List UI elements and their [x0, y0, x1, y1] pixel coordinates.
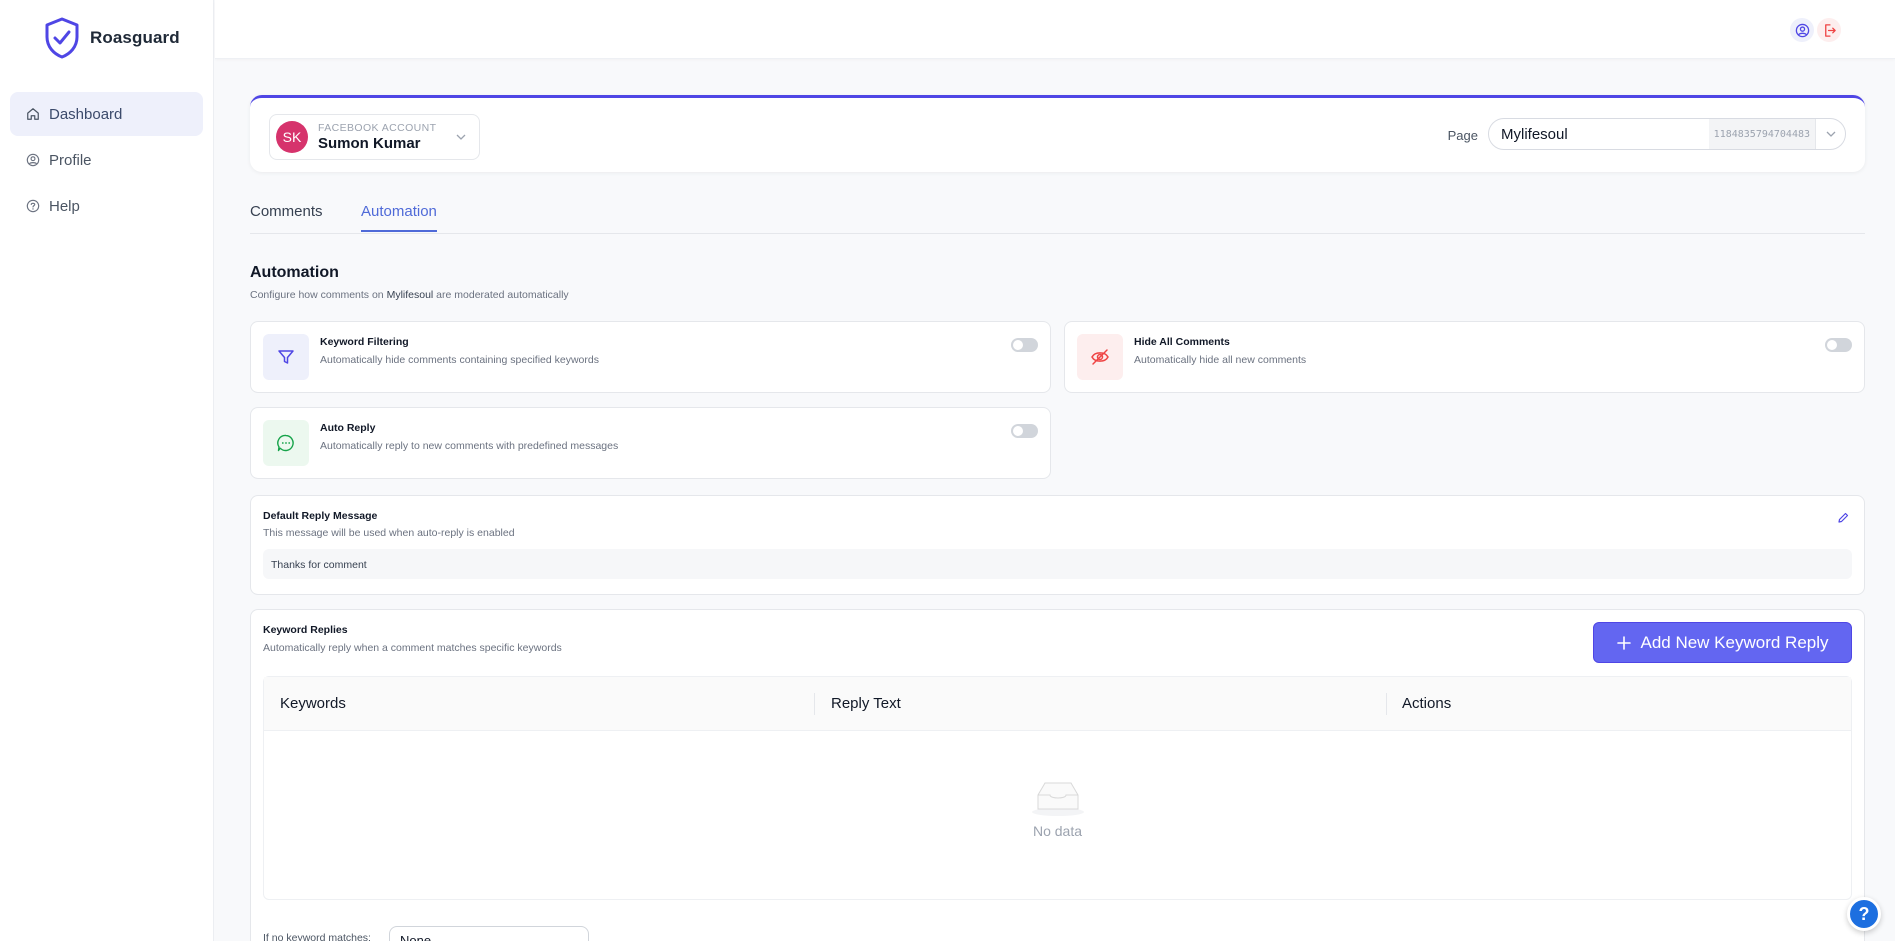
logout-button[interactable]	[1817, 18, 1841, 42]
message-icon	[277, 434, 294, 452]
keyword-replies-card: Keyword Replies Automatically reply when…	[250, 609, 1865, 941]
shield-check-logo-icon	[45, 17, 79, 59]
home-icon	[27, 108, 39, 120]
question-mark-icon: ?	[1858, 903, 1870, 924]
avatar: SK	[276, 121, 308, 153]
keyword-filtering-icon-box	[263, 334, 309, 380]
card-title: Auto Reply	[320, 422, 376, 434]
sidebar-item-label: Dashboard	[49, 105, 123, 123]
sidebar-item-label: Help	[49, 197, 80, 215]
brand-name: Roasguard	[90, 28, 180, 47]
default-reply-description: This message will be used when auto-repl…	[263, 527, 515, 539]
user-account-button[interactable]	[1790, 18, 1814, 42]
subtitle-page-name: Mylifesoul	[386, 289, 434, 301]
tabs: Comments Automation	[250, 198, 1865, 234]
sidebar-item-profile[interactable]: Profile	[10, 138, 203, 182]
section-subtitle: Configure how comments on Mylifesoul are…	[250, 289, 569, 301]
keyword-replies-description: Automatically reply when a comment match…	[263, 642, 562, 654]
add-keyword-reply-button[interactable]: Add New Keyword Reply	[1593, 622, 1852, 663]
edit-icon[interactable]	[1837, 511, 1850, 524]
page-name: Mylifesoul	[1501, 125, 1568, 143]
hide-all-comments-toggle[interactable]	[1825, 338, 1852, 352]
page-chevron	[1815, 119, 1845, 149]
chevron-down-icon	[456, 134, 466, 140]
auto-reply-card: Auto Reply Automatically reply to new co…	[250, 407, 1051, 479]
chevron-down-icon	[1826, 131, 1835, 137]
subtitle-prefix: Configure how comments on	[250, 289, 387, 301]
card-title: Keyword Filtering	[320, 336, 409, 348]
filter-icon	[278, 350, 294, 364]
user-circle-icon	[26, 153, 40, 167]
card-description: Automatically hide all new comments	[1134, 354, 1307, 366]
keyword-replies-table: Keywords Reply Text Actions No data	[263, 676, 1852, 900]
sidebar-nav: Dashboard Profile Help	[0, 92, 213, 228]
main-content: SK FACEBOOK ACCOUNT Sumon Kumar Page Myl…	[250, 95, 1865, 941]
account-name: Sumon Kumar	[318, 135, 421, 152]
logout-icon	[1824, 23, 1836, 37]
sidebar-item-help[interactable]: Help	[10, 184, 203, 228]
page-id: 1184835794704483	[1708, 119, 1815, 149]
empty-state: No data	[264, 777, 1851, 839]
table-header: Keywords Reply Text Actions	[264, 677, 1851, 731]
tab-automation[interactable]: Automation	[361, 203, 437, 232]
subtitle-suffix: are moderated automatically	[433, 289, 569, 301]
sidebar-item-dashboard[interactable]: Dashboard	[10, 92, 203, 136]
tab-comments[interactable]: Comments	[250, 203, 323, 230]
help-chat-button[interactable]: ?	[1847, 897, 1881, 931]
facebook-account-select[interactable]: SK FACEBOOK ACCOUNT Sumon Kumar	[269, 114, 480, 160]
plus-icon	[1617, 635, 1632, 650]
eye-off-icon	[1091, 349, 1109, 365]
hide-all-comments-card: Hide All Comments Automatically hide all…	[1064, 321, 1865, 393]
help-circle-icon	[26, 199, 40, 213]
column-header-actions: Actions	[1402, 695, 1452, 712]
default-reply-message: Thanks for comment	[263, 549, 1852, 579]
user-circle-icon	[1795, 23, 1809, 37]
fallback-select[interactable]: None	[389, 926, 589, 941]
card-title: Hide All Comments	[1134, 336, 1230, 348]
keyword-replies-title: Keyword Replies	[263, 624, 348, 636]
hide-all-icon-box	[1077, 334, 1123, 380]
sidebar-item-label: Profile	[49, 151, 92, 169]
auto-reply-icon-box	[263, 420, 309, 466]
account-label: FACEBOOK ACCOUNT	[318, 122, 437, 134]
page-select[interactable]: Mylifesoul 1184835794704483	[1488, 118, 1846, 150]
column-header-keywords: Keywords	[280, 695, 346, 712]
default-reply-title: Default Reply Message	[263, 510, 378, 522]
default-reply-card: Default Reply Message This message will …	[250, 495, 1865, 595]
column-divider	[814, 693, 815, 715]
inbox-empty-icon	[1031, 782, 1084, 816]
account-card: SK FACEBOOK ACCOUNT Sumon Kumar Page Myl…	[250, 95, 1865, 172]
card-description: Automatically hide comments containing s…	[320, 354, 599, 366]
section-title: Automation	[250, 264, 339, 281]
auto-reply-toggle[interactable]	[1011, 424, 1038, 438]
page-label: Page	[1447, 128, 1478, 143]
empty-text: No data	[1032, 823, 1083, 839]
card-description: Automatically reply to new comments with…	[320, 440, 619, 452]
column-header-reply-text: Reply Text	[831, 695, 901, 712]
fallback-label: If no keyword matches:	[263, 932, 371, 941]
column-divider	[1386, 693, 1387, 715]
keyword-filtering-card: Keyword Filtering Automatically hide com…	[250, 321, 1051, 393]
keyword-filtering-toggle[interactable]	[1011, 338, 1038, 352]
topbar	[215, 0, 1895, 59]
brand[interactable]: Roasguard	[0, 0, 213, 76]
sidebar: Roasguard Dashboard Profile Help	[0, 0, 214, 941]
add-keyword-reply-label: Add New Keyword Reply	[1640, 632, 1829, 652]
